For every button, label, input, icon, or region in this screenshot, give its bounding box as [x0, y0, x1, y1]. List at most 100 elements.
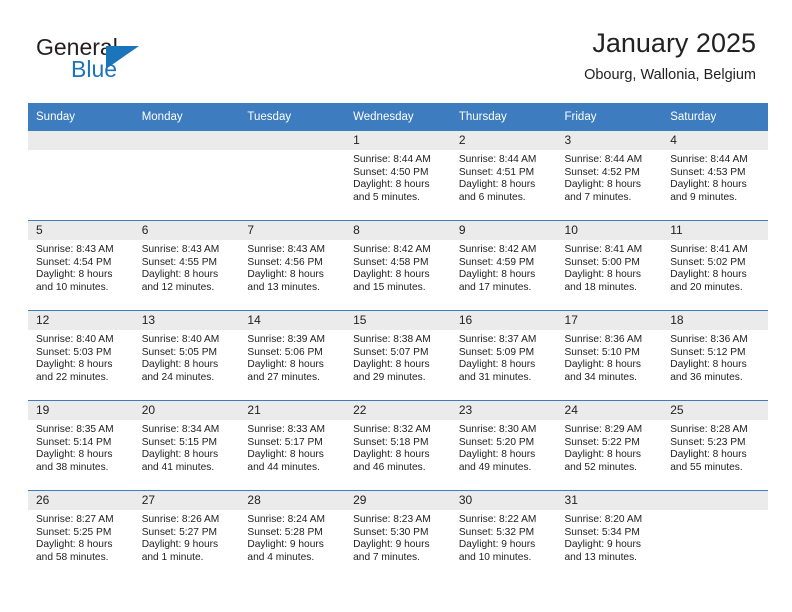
day-number: 19: [28, 401, 134, 420]
day-number: 5: [28, 221, 134, 240]
day-details: Sunrise: 8:35 AM Sunset: 5:14 PM Daylight:…: [28, 420, 134, 474]
calendar-day[interactable]: 8 Sunrise: 8:42 AM Sunset: 4:58 PM Daylight…: [345, 221, 451, 310]
calendar-cell[interactable]: [133, 131, 240, 221]
calendar-cell[interactable]: 14 Sunrise: 8:39 AM Sunset: 5:06 PM Dayligh…: [239, 310, 346, 401]
calendar-cell[interactable]: 16 Sunrise: 8:37 AM Sunset: 5:09 PM Dayligh…: [450, 310, 557, 401]
calendar-cell[interactable]: 6 Sunrise: 8:43 AM Sunset: 4:55 PM Daylight…: [133, 220, 240, 311]
calendar-cell[interactable]: 17 Sunrise: 8:36 AM Sunset: 5:10 PM Dayligh…: [556, 310, 663, 401]
calendar-cell[interactable]: 3 Sunrise: 8:44 AM Sunset: 4:52 PM Daylight…: [556, 131, 663, 221]
day-details: Sunrise: 8:41 AM Sunset: 5:02 PM Daylight:…: [662, 240, 768, 294]
sunrise-text: Sunrise: 8:22 AM: [458, 514, 537, 525]
sunrise-text: Sunrise: 8:38 AM: [353, 334, 431, 345]
day-details: Sunrise: 8:44 AM Sunset: 4:50 PM Daylight:…: [345, 150, 451, 204]
day-details: Sunrise: 8:30 AM Sunset: 5:20 PM Daylight:…: [451, 420, 557, 474]
calendar-header-row: Sunday Monday Tuesday Wednesday Thursday…: [28, 103, 768, 131]
calendar-cell[interactable]: [28, 131, 134, 221]
calendar-day[interactable]: 3 Sunrise: 8:44 AM Sunset: 4:52 PM Daylight…: [556, 131, 663, 220]
calendar-cell[interactable]: [662, 490, 768, 580]
daylight-text: Daylight: 8 hours and 17 minutes.: [458, 269, 536, 293]
sunset-text: Sunset: 4:51 PM: [458, 166, 535, 178]
calendar-cell[interactable]: 5 Sunrise: 8:43 AM Sunset: 4:54 PM Daylight…: [28, 220, 134, 311]
calendar-cell[interactable]: 26 Sunrise: 8:27 AM Sunset: 5:25 PM Dayligh…: [28, 490, 134, 580]
calendar-cell[interactable]: 31 Sunrise: 8:20 AM Sunset: 5:34 PM Dayligh…: [556, 490, 663, 580]
day-number: 15: [345, 311, 451, 330]
sunrise-text: Sunrise: 8:23 AM: [353, 514, 431, 525]
calendar-day[interactable]: 28 Sunrise: 8:24 AM Sunset: 5:28 PM Dayligh…: [239, 491, 346, 580]
day-number: 3: [556, 131, 663, 150]
daylight-text: Daylight: 8 hours and 13 minutes.: [247, 269, 324, 293]
calendar-day[interactable]: 16 Sunrise: 8:37 AM Sunset: 5:09 PM Dayligh…: [450, 311, 557, 400]
page-subtitle: Obourg, Wallonia, Belgium: [584, 67, 756, 83]
calendar-day[interactable]: 10 Sunrise: 8:41 AM Sunset: 5:00 PM Dayligh…: [556, 221, 663, 310]
calendar-cell[interactable]: 10 Sunrise: 8:41 AM Sunset: 5:00 PM Dayligh…: [556, 220, 663, 311]
day-number: 7: [239, 221, 346, 240]
calendar-day[interactable]: 13 Sunrise: 8:40 AM Sunset: 5:05 PM Dayligh…: [133, 311, 240, 400]
calendar-cell[interactable]: 15 Sunrise: 8:38 AM Sunset: 5:07 PM Dayligh…: [345, 310, 451, 401]
calendar-day[interactable]: 31 Sunrise: 8:20 AM Sunset: 5:34 PM Dayligh…: [556, 491, 663, 580]
calendar-day[interactable]: 12 Sunrise: 8:40 AM Sunset: 5:03 PM Dayligh…: [28, 311, 134, 400]
calendar-cell[interactable]: 22 Sunrise: 8:32 AM Sunset: 5:18 PM Dayligh…: [345, 400, 451, 491]
calendar-cell[interactable]: 30 Sunrise: 8:22 AM Sunset: 5:32 PM Dayligh…: [450, 490, 557, 580]
sunset-text: Sunset: 5:03 PM: [36, 346, 112, 358]
weekday-header-wednesday: Wednesday: [345, 103, 451, 131]
day-details: Sunrise: 8:39 AM Sunset: 5:06 PM Daylight:…: [239, 330, 345, 384]
calendar-day[interactable]: 27 Sunrise: 8:26 AM Sunset: 5:27 PM Dayligh…: [133, 491, 240, 580]
day-number: 1: [345, 131, 451, 150]
calendar-cell[interactable]: [239, 131, 346, 221]
calendar-day[interactable]: 19 Sunrise: 8:35 AM Sunset: 5:14 PM Dayligh…: [28, 401, 134, 490]
calendar-cell[interactable]: 9 Sunrise: 8:42 AM Sunset: 4:59 PM Daylight…: [450, 220, 557, 311]
calendar-cell[interactable]: 1 Sunrise: 8:44 AM Sunset: 4:50 PM Daylight…: [345, 131, 451, 221]
calendar-day[interactable]: 4 Sunrise: 8:44 AM Sunset: 4:53 PM Daylight…: [662, 131, 768, 220]
calendar-cell[interactable]: 7 Sunrise: 8:43 AM Sunset: 4:56 PM Daylight…: [239, 220, 346, 311]
day-number: 12: [28, 311, 134, 330]
calendar-day[interactable]: 20 Sunrise: 8:34 AM Sunset: 5:15 PM Dayligh…: [133, 401, 240, 490]
calendar-day[interactable]: 25 Sunrise: 8:28 AM Sunset: 5:23 PM Dayligh…: [662, 401, 768, 490]
calendar-day[interactable]: 30 Sunrise: 8:22 AM Sunset: 5:32 PM Dayligh…: [450, 491, 557, 580]
sunset-text: Sunset: 5:25 PM: [36, 526, 112, 538]
calendar-day[interactable]: 2 Sunrise: 8:44 AM Sunset: 4:51 PM Daylight…: [450, 131, 557, 220]
calendar-cell[interactable]: 4 Sunrise: 8:44 AM Sunset: 4:53 PM Daylight…: [662, 131, 768, 221]
calendar-day[interactable]: 21 Sunrise: 8:33 AM Sunset: 5:17 PM Dayligh…: [239, 401, 346, 490]
calendar-cell[interactable]: 29 Sunrise: 8:23 AM Sunset: 5:30 PM Dayligh…: [345, 490, 451, 580]
calendar-cell[interactable]: 11 Sunrise: 8:41 AM Sunset: 5:02 PM Dayligh…: [662, 220, 768, 311]
calendar-day[interactable]: 6 Sunrise: 8:43 AM Sunset: 4:55 PM Daylight…: [133, 221, 240, 310]
calendar-cell[interactable]: 2 Sunrise: 8:44 AM Sunset: 4:51 PM Daylight…: [450, 131, 557, 221]
calendar-day[interactable]: 1 Sunrise: 8:44 AM Sunset: 4:50 PM Daylight…: [345, 131, 451, 220]
calendar-cell[interactable]: 21 Sunrise: 8:33 AM Sunset: 5:17 PM Dayligh…: [239, 400, 346, 491]
sunrise-text: Sunrise: 8:44 AM: [564, 154, 643, 165]
daylight-text: Daylight: 8 hours and 24 minutes.: [141, 359, 219, 383]
calendar-day[interactable]: 15 Sunrise: 8:38 AM Sunset: 5:07 PM Dayligh…: [345, 311, 451, 400]
calendar-day[interactable]: 11 Sunrise: 8:41 AM Sunset: 5:02 PM Dayligh…: [662, 221, 768, 310]
calendar-day[interactable]: 29 Sunrise: 8:23 AM Sunset: 5:30 PM Dayligh…: [345, 491, 451, 580]
calendar-day[interactable]: 24 Sunrise: 8:29 AM Sunset: 5:22 PM Dayligh…: [556, 401, 663, 490]
calendar-day[interactable]: 14 Sunrise: 8:39 AM Sunset: 5:06 PM Dayligh…: [239, 311, 346, 400]
sunrise-text: Sunrise: 8:39 AM: [247, 334, 325, 345]
sunset-text: Sunset: 5:32 PM: [458, 526, 535, 538]
day-details: Sunrise: 8:44 AM Sunset: 4:51 PM Daylight:…: [451, 150, 557, 204]
calendar-cell[interactable]: 20 Sunrise: 8:34 AM Sunset: 5:15 PM Dayligh…: [133, 400, 240, 491]
calendar-day[interactable]: 18 Sunrise: 8:36 AM Sunset: 5:12 PM Dayligh…: [662, 311, 768, 400]
calendar-week-row: 26 Sunrise: 8:27 AM Sunset: 5:25 PM Dayligh…: [28, 490, 768, 580]
calendar-day[interactable]: 22 Sunrise: 8:32 AM Sunset: 5:18 PM Dayligh…: [345, 401, 451, 490]
calendar-cell[interactable]: 23 Sunrise: 8:30 AM Sunset: 5:20 PM Dayligh…: [450, 400, 557, 491]
weekday-header-friday: Friday: [556, 103, 663, 131]
calendar-day[interactable]: 5 Sunrise: 8:43 AM Sunset: 4:54 PM Daylight…: [28, 221, 134, 310]
calendar-day[interactable]: 7 Sunrise: 8:43 AM Sunset: 4:56 PM Daylight…: [239, 221, 346, 310]
sunset-text: Sunset: 5:02 PM: [670, 256, 746, 268]
calendar-cell[interactable]: 27 Sunrise: 8:26 AM Sunset: 5:27 PM Dayligh…: [133, 490, 240, 580]
calendar-cell[interactable]: 8 Sunrise: 8:42 AM Sunset: 4:58 PM Daylight…: [345, 220, 451, 311]
calendar-cell[interactable]: 12 Sunrise: 8:40 AM Sunset: 5:03 PM Dayligh…: [28, 310, 134, 401]
calendar-cell[interactable]: 19 Sunrise: 8:35 AM Sunset: 5:14 PM Dayligh…: [28, 400, 134, 491]
calendar-cell[interactable]: 18 Sunrise: 8:36 AM Sunset: 5:12 PM Dayligh…: [662, 310, 768, 401]
calendar-day[interactable]: 26 Sunrise: 8:27 AM Sunset: 5:25 PM Dayligh…: [28, 491, 134, 580]
calendar-cell[interactable]: 25 Sunrise: 8:28 AM Sunset: 5:23 PM Dayligh…: [662, 400, 768, 491]
calendar-day[interactable]: 9 Sunrise: 8:42 AM Sunset: 4:59 PM Daylight…: [450, 221, 557, 310]
calendar-cell[interactable]: 28 Sunrise: 8:24 AM Sunset: 5:28 PM Dayligh…: [239, 490, 346, 580]
calendar-day[interactable]: 23 Sunrise: 8:30 AM Sunset: 5:20 PM Dayligh…: [450, 401, 557, 490]
day-number: [239, 131, 346, 150]
calendar-cell[interactable]: 24 Sunrise: 8:29 AM Sunset: 5:22 PM Dayligh…: [556, 400, 663, 491]
calendar-day[interactable]: 17 Sunrise: 8:36 AM Sunset: 5:10 PM Dayligh…: [556, 311, 663, 400]
calendar-cell[interactable]: 13 Sunrise: 8:40 AM Sunset: 5:05 PM Dayligh…: [133, 310, 240, 401]
sunset-text: Sunset: 4:54 PM: [36, 256, 112, 268]
day-details: Sunrise: 8:44 AM Sunset: 4:52 PM Daylight:…: [557, 150, 663, 204]
